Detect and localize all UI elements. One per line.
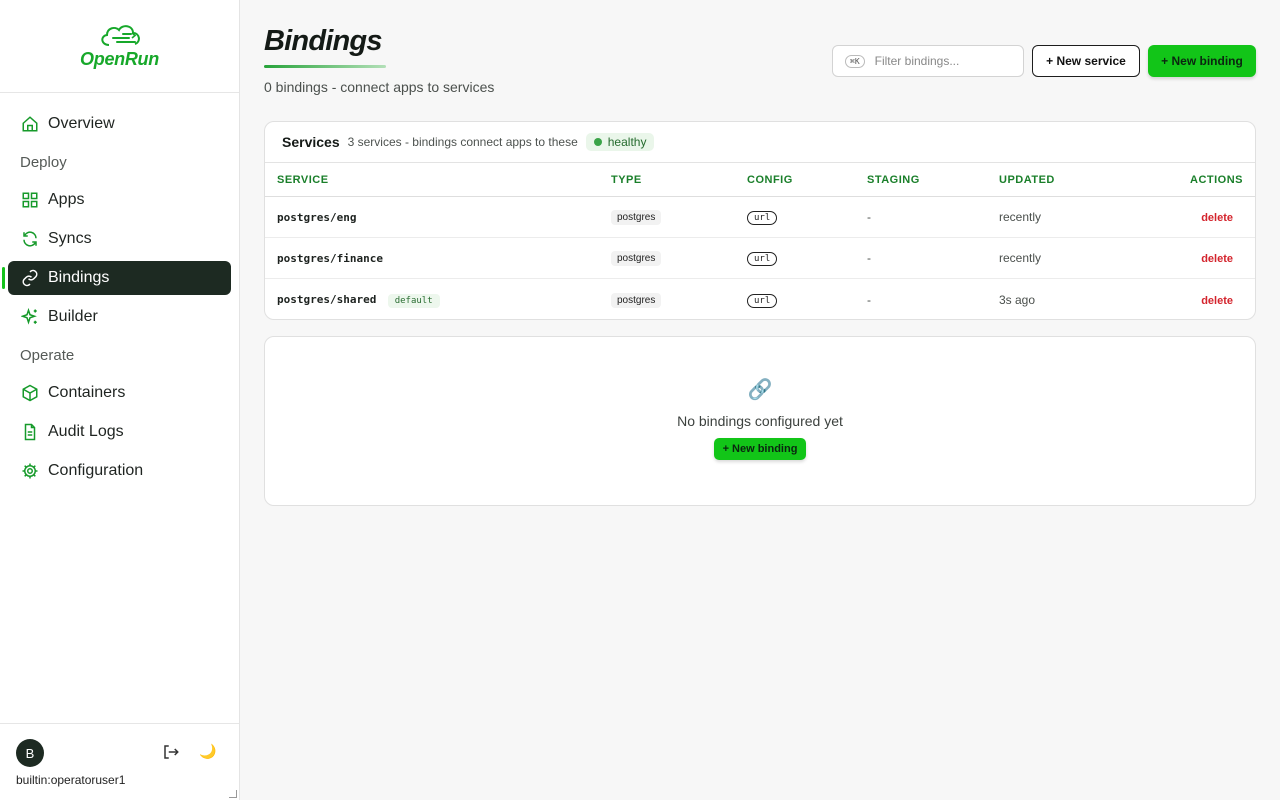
type-badge: postgres [611,251,662,266]
filter-input[interactable] [874,54,1015,68]
sidebar-item-containers[interactable]: Containers [8,376,231,410]
sidebar-item-label: Apps [48,191,85,208]
sidebar-item-label: Configuration [48,462,144,479]
logout-icon[interactable] [162,743,180,761]
sidebar-nav: Overview Deploy Apps Syncs Bindings Buil… [0,93,239,488]
user-name: builtin:operatoruser1 [16,773,126,787]
sidebar-item-label: Containers [48,384,126,401]
sidebar-item-overview[interactable]: Overview [8,107,231,141]
moon-icon[interactable]: 🌙 [199,743,216,760]
staging-value: - [867,292,871,307]
column-header-updated[interactable]: UPDATED [999,174,1159,186]
column-header-actions: ACTIONS [1190,173,1243,186]
service-name[interactable]: postgres/eng [277,211,356,224]
table-header: SERVICE TYPE CONFIG STAGING UPDATED ACTI… [265,163,1255,197]
cloud-logo-icon [100,24,140,46]
updated-value: recently [999,251,1042,265]
column-header-config[interactable]: CONFIG [747,174,867,186]
config-pill[interactable]: url [747,252,778,266]
table-row[interactable]: postgres/eng postgres url - recently del… [265,197,1255,238]
updated-value: 3s ago [999,292,1036,307]
filter-box[interactable]: ⌘K [832,45,1024,77]
home-icon [20,114,40,134]
bindings-empty-state: 🔗 No bindings configured yet + New bindi… [264,336,1256,506]
document-icon [20,422,40,442]
gear-icon [20,461,40,481]
column-header-type[interactable]: TYPE [611,174,747,186]
services-card: Services 3 services - bindings connect a… [264,121,1256,320]
services-title: Services [282,134,340,150]
link-icon: 🔗 [747,379,773,401]
type-badge: postgres [611,292,662,308]
sidebar-item-configuration[interactable]: Configuration [8,454,231,488]
sidebar-item-apps[interactable]: Apps [8,183,231,217]
sidebar-item-audit-logs[interactable]: Audit Logs [8,415,231,449]
sidebar-item-label: Syncs [48,230,92,247]
status-badge: healthy [585,133,655,151]
sidebar-item-label: Overview [48,115,115,132]
column-header-staging[interactable]: STAGING [867,174,999,186]
shortcut-hint: ⌘K [845,54,865,68]
delete-link[interactable]: delete [1201,295,1243,307]
staging-value: - [867,251,871,265]
brand-logo[interactable]: OpenRun [0,0,239,93]
updated-value: recently [999,210,1042,224]
service-name[interactable]: postgres/finance [277,252,383,265]
title-underline [264,65,386,68]
sidebar-item-syncs[interactable]: Syncs [8,222,231,256]
box-icon [20,383,40,403]
nav-section-deploy: Deploy [20,154,67,171]
services-meta: 3 services - bindings connect apps to th… [347,135,578,149]
sparkle-icon [20,307,40,327]
status-dot-icon [593,138,602,146]
service-name[interactable]: postgres/shared [277,293,376,306]
column-header-service[interactable]: SERVICE [265,174,611,186]
staging-value: - [867,210,871,224]
refresh-icon [20,229,40,249]
page-subtitle: 0 bindings - connect apps to services [264,79,495,95]
empty-new-binding-button[interactable]: + New binding [713,438,807,460]
sidebar-item-bindings[interactable]: Bindings [2,261,231,295]
config-pill[interactable]: url [747,293,778,308]
default-badge: default [387,293,440,308]
grid-icon [20,190,40,210]
sidebar-item-label: Audit Logs [48,423,124,440]
sidebar-item-label: Bindings [48,269,110,286]
config-pill[interactable]: url [747,211,778,225]
resize-handle[interactable] [229,790,237,798]
brand-name: OpenRun [80,48,159,69]
sidebar: OpenRun Overview Deploy Apps Syncs Bindi… [0,0,240,800]
status-text: healthy [607,135,647,149]
nav-section-operate: Operate [20,347,75,364]
table-row[interactable]: postgres/finance postgres url - recently… [265,238,1255,279]
table-row[interactable]: postgres/shared default postgres url - 3… [265,279,1255,319]
sidebar-footer: B 🌙 builtin:operatoruser1 [0,723,239,800]
sidebar-item-builder[interactable]: Builder [8,300,231,334]
empty-state-text: No bindings configured yet [677,413,843,429]
delete-link[interactable]: delete [1201,253,1243,265]
avatar[interactable]: B [16,739,44,767]
page-title: Bindings [264,25,382,57]
delete-link[interactable]: delete [1201,212,1243,224]
sidebar-item-label: Builder [48,308,98,325]
type-badge: postgres [611,210,662,225]
services-card-header: Services 3 services - bindings connect a… [265,122,1255,163]
link-icon [20,268,40,288]
new-service-button[interactable]: + New service [1032,45,1140,77]
new-binding-button[interactable]: + New binding [1148,45,1256,77]
